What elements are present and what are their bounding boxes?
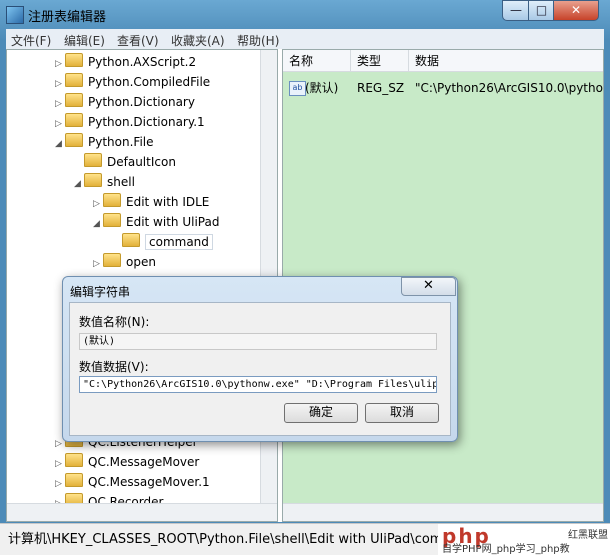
watermark-site-name: 红黑联盟: [568, 530, 608, 541]
column-header-type[interactable]: 类型: [351, 50, 409, 72]
tree-item-python-compiledfile[interactable]: ▷ Python.CompiledFile: [55, 72, 210, 92]
tree-item-edit-with-idle[interactable]: ▷ Edit with IDLE: [93, 192, 209, 212]
tree-item-label-selected: command: [145, 234, 213, 250]
registry-editor-window: 注册表编辑器 — □ ✕ 文件(F) 编辑(E) 查看(V) 收藏夹(A) 帮助…: [0, 0, 610, 555]
tree-item-qc-messagemover-1[interactable]: ▷ QC.MessageMover.1: [55, 472, 210, 492]
expand-icon[interactable]: ▷: [55, 454, 65, 474]
values-horizontal-scrollbar[interactable]: [283, 503, 603, 521]
folder-open-icon: [65, 133, 83, 147]
status-path: 计算机\HKEY_CLASSES_ROOT\Python.File\shell\…: [8, 532, 480, 547]
regedit-app-icon: [6, 6, 24, 24]
menu-file[interactable]: 文件(F): [11, 32, 51, 49]
menu-bar: 文件(F) 编辑(E) 查看(V) 收藏夹(A) 帮助(H): [6, 29, 604, 49]
tree-item-label: QC.MessageMover.1: [88, 475, 210, 489]
collapse-icon[interactable]: ◢: [74, 174, 84, 194]
menu-view[interactable]: 查看(V): [117, 32, 159, 49]
folder-icon: [65, 473, 83, 487]
column-header-data[interactable]: 数据: [409, 50, 603, 72]
column-header-name[interactable]: 名称: [283, 50, 351, 72]
expand-icon[interactable]: ▷: [55, 114, 65, 134]
minimize-button[interactable]: —: [502, 0, 530, 21]
tree-item-label: Edit with UliPad: [126, 215, 220, 229]
tree-horizontal-scrollbar[interactable]: [7, 503, 277, 521]
tree-item-label: QC.MessageMover: [88, 455, 200, 469]
tree-item-label: open: [126, 255, 156, 269]
title-bar[interactable]: 注册表编辑器 — □ ✕: [0, 0, 610, 28]
folder-open-icon: [84, 173, 102, 187]
collapse-icon[interactable]: ◢: [93, 214, 103, 234]
dialog-close-button[interactable]: ✕: [401, 277, 456, 296]
menu-favorites[interactable]: 收藏夹(A): [171, 32, 225, 49]
tree-item-label: Python.CompiledFile: [88, 75, 211, 89]
expand-icon[interactable]: ▷: [93, 194, 103, 214]
value-name-field: (默认): [79, 333, 437, 350]
folder-icon: [65, 93, 83, 107]
window-title: 注册表编辑器: [28, 10, 107, 25]
tree-item-open[interactable]: ▷ open: [93, 252, 156, 272]
ok-button[interactable]: 确定: [284, 403, 358, 423]
string-value-icon: ab: [289, 78, 306, 98]
folder-icon: [122, 233, 140, 247]
folder-icon: [84, 153, 102, 167]
ab-icon: ab: [289, 81, 306, 96]
folder-icon: [65, 453, 83, 467]
close-button[interactable]: ✕: [553, 0, 599, 21]
tree-item-edit-with-ulipad[interactable]: ◢ Edit with UliPad: [93, 212, 219, 232]
value-name-label: 数值名称(N):: [79, 315, 150, 329]
tree-item-label: Python.Dictionary: [88, 95, 195, 109]
value-row-default[interactable]: ab (默认) REG_SZ "C:\Python26\ArcGIS10.0\p…: [283, 78, 604, 98]
tree-item-label: shell: [107, 175, 135, 189]
tree-item-python-axscript-2[interactable]: ▷ Python.AXScript.2: [55, 52, 196, 72]
folder-icon: [103, 193, 121, 207]
folder-icon: [65, 73, 83, 87]
dialog-body: 数值名称(N): (默认) 数值数据(V): "C:\Python26\ArcG…: [69, 302, 451, 436]
value-data: "C:\Python26\ArcGIS10.0\python: [415, 81, 604, 95]
tree-item-python-file[interactable]: ◢ Python.File: [55, 132, 154, 152]
tree-item-label: Edit with IDLE: [126, 195, 210, 209]
menu-help[interactable]: 帮助(H): [237, 32, 279, 49]
tree-item-label: DefaultIcon: [107, 155, 176, 169]
tree-item-label: Python.AXScript.2: [88, 55, 197, 69]
folder-open-icon: [103, 213, 121, 227]
tree-item-shell[interactable]: ◢ shell: [74, 172, 135, 192]
expand-icon[interactable]: ▷: [55, 74, 65, 94]
folder-icon: [65, 53, 83, 67]
tree-item-command[interactable]: command: [112, 232, 213, 252]
value-data-input[interactable]: "C:\Python26\ArcGIS10.0\pythonw.exe" "D:…: [79, 376, 437, 393]
menu-edit[interactable]: 编辑(E): [64, 32, 105, 49]
expand-icon[interactable]: ▷: [93, 254, 103, 274]
tree-item-defaulticon[interactable]: DefaultIcon: [74, 152, 176, 172]
value-name: (默认): [305, 81, 339, 95]
tree-item-python-dictionary-1[interactable]: ▷ Python.Dictionary.1: [55, 112, 205, 132]
value-type: REG_SZ: [357, 81, 405, 95]
dialog-title: 编辑字符串: [70, 285, 131, 299]
collapse-icon[interactable]: ◢: [55, 134, 65, 154]
watermark-caption: 自学PHP网_php学习_php教: [442, 544, 570, 555]
tree-item-label: Python.Dictionary.1: [88, 115, 205, 129]
expand-icon[interactable]: ▷: [55, 94, 65, 114]
tree-item-qc-messagemover[interactable]: ▷ QC.MessageMover: [55, 452, 199, 472]
maximize-button[interactable]: □: [528, 0, 555, 21]
edit-string-dialog: 编辑字符串 ✕ 数值名称(N): (默认) 数值数据(V): "C:\Pytho…: [62, 276, 458, 442]
watermark: php 红黑联盟 自学PHP网_php学习_php教: [438, 524, 610, 555]
expand-icon[interactable]: ▷: [55, 474, 65, 494]
value-data-label: 数值数据(V):: [79, 360, 149, 374]
folder-icon: [65, 113, 83, 127]
expand-icon[interactable]: ▷: [55, 54, 65, 74]
folder-icon: [103, 253, 121, 267]
tree-item-label: Python.File: [88, 135, 154, 149]
cancel-button[interactable]: 取消: [365, 403, 439, 423]
status-bar: 计算机\HKEY_CLASSES_ROOT\Python.File\shell\…: [0, 523, 610, 555]
tree-item-python-dictionary[interactable]: ▷ Python.Dictionary: [55, 92, 195, 112]
